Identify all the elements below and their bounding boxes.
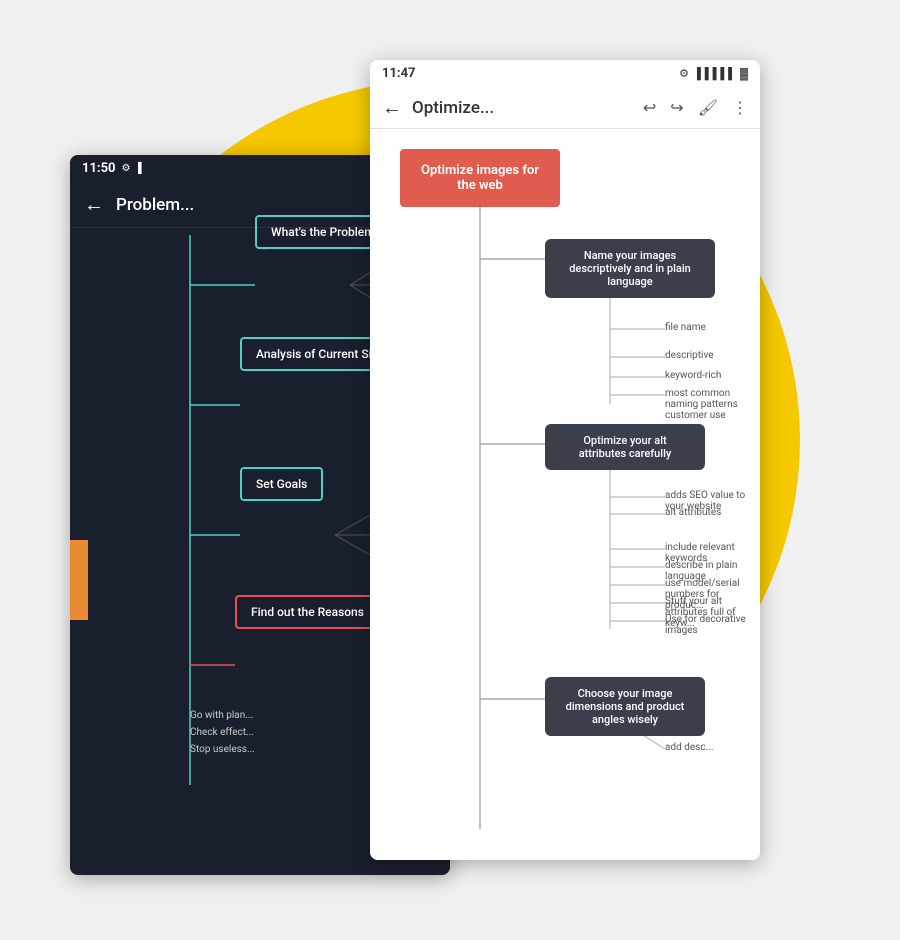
leaf-keyword-rich: keyword-rich — [665, 370, 721, 381]
more-icon-front[interactable]: ⋮ — [732, 98, 748, 117]
root-node-label: Optimize images for the web — [421, 163, 539, 193]
phone-front: 11:47 ⚙ ▐ ▌▌▌▌ ▓ ← Optimize... ↩ ↪ 🖌 ⋮ — [370, 60, 760, 860]
format-icon-front[interactable]: 🖌 — [698, 98, 718, 117]
toolbar-icons-front: ↩ ↪ 🖌 ⋮ — [643, 98, 748, 117]
signal-icon-front: ▌▌▌▌ — [705, 67, 736, 80]
status-bar-front: 11:47 ⚙ ▐ ▌▌▌▌ ▓ — [370, 60, 760, 87]
time-front: 11:47 — [382, 66, 416, 81]
orange-accent — [70, 540, 88, 620]
back-arrow-front[interactable]: ← — [382, 95, 402, 120]
node-name-images-label: Name your images descriptively and in pl… — [569, 249, 691, 288]
leaf-naming-patterns: most common naming patterns customer use — [665, 388, 760, 421]
settings-icon-front: ⚙ — [679, 67, 689, 80]
node-choose-dimensions[interactable]: Choose your image dimensions and product… — [545, 677, 705, 736]
leaf-add-desc: add desc... — [665, 742, 713, 753]
leaf-filename: file name — [665, 322, 706, 333]
leaf-decorative: Use for decorative images — [665, 614, 760, 636]
node-alt-attributes[interactable]: Optimize your alt attributes carefully — [545, 424, 705, 470]
sim-icon-front: ▐ — [693, 67, 701, 80]
node-choose-label: Choose your image dimensions and product… — [566, 687, 685, 726]
node-alt-label: Optimize your alt attributes carefully — [579, 434, 672, 460]
battery-icon-front: ▓ — [740, 67, 748, 80]
node-name-images[interactable]: Name your images descriptively and in pl… — [545, 239, 715, 298]
undo-icon-front[interactable]: ↩ — [643, 98, 656, 117]
title-front: Optimize... — [412, 98, 633, 118]
leaf-alt-attributes: alt attributes — [665, 507, 721, 518]
toolbar-front: ← Optimize... ↩ ↪ 🖌 ⋮ — [370, 87, 760, 129]
mindmap-light: Optimize images for the web Name your im… — [370, 129, 760, 860]
root-node[interactable]: Optimize images for the web — [400, 149, 560, 207]
content-front: Optimize images for the web Name your im… — [370, 129, 760, 860]
status-icons-front: ⚙ ▐ ▌▌▌▌ ▓ — [679, 67, 748, 80]
leaf-descriptive: descriptive — [665, 350, 714, 361]
redo-icon-front[interactable]: ↪ — [670, 98, 683, 117]
